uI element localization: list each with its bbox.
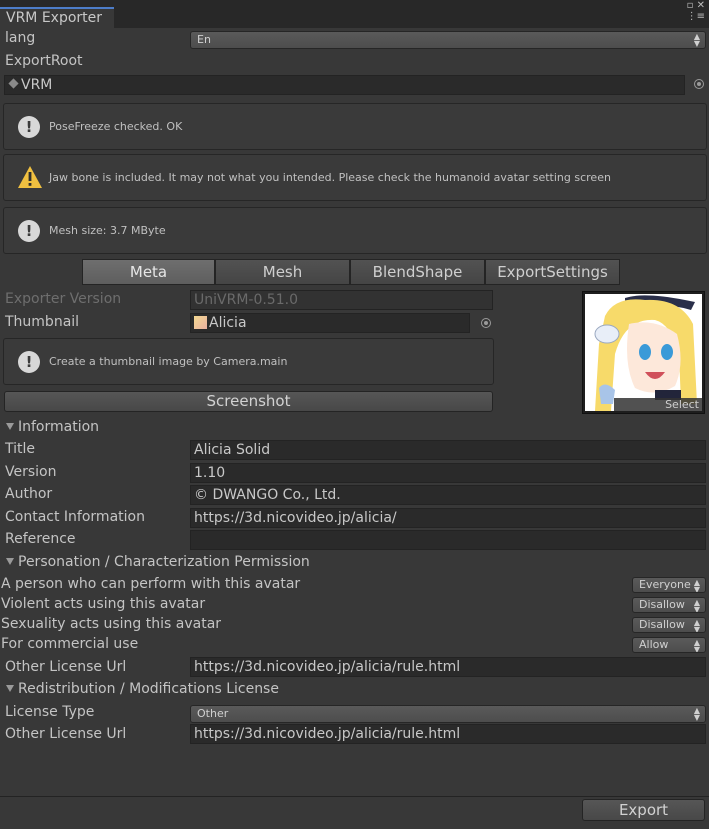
help-box-posefreeze: ! PoseFreeze checked. OK (3, 103, 707, 150)
author-label: Author (5, 486, 53, 502)
lang-label: lang (5, 30, 36, 46)
tab-mesh[interactable]: Mesh (215, 259, 350, 285)
redistribution-license-label: Other License Url (5, 726, 127, 742)
sexual-value: Disallow (639, 618, 685, 631)
dropdown-arrows-icon: ▲ ▼ (693, 598, 700, 613)
thumbnail-label: Thumbnail (5, 314, 80, 330)
screenshot-button[interactable]: Screenshot (4, 391, 493, 412)
help-box-jaw-warning: Jaw bone is included. It may not what yo… (3, 154, 707, 201)
lang-value: En (197, 33, 211, 46)
foldout-arrow-icon (6, 423, 14, 430)
warning-icon (18, 166, 42, 188)
commercial-label: For commercial use (1, 636, 139, 652)
dropdown-arrows-icon: ▲ ▼ (693, 706, 700, 722)
window-tab[interactable]: VRM Exporter (0, 7, 114, 28)
window-controls[interactable]: ▫ ✕ ⋮≡ (679, 0, 705, 26)
thumbnail-value: Alicia (209, 315, 247, 331)
gameobject-icon (8, 78, 19, 89)
help-message: Mesh size: 3.7 MByte (49, 224, 166, 237)
title-label: Title (5, 441, 36, 457)
help-message: Jaw bone is included. It may not what yo… (49, 171, 611, 184)
settings-tabs: Meta Mesh BlendShape ExportSettings (82, 259, 620, 287)
other-license-field[interactable]: https://3d.nicovideo.jp/alicia/rule.html (190, 657, 706, 677)
dropdown-arrows-icon: ▲ ▼ (693, 578, 700, 593)
contact-field[interactable]: https://3d.nicovideo.jp/alicia/ (190, 508, 706, 528)
object-picker-icon[interactable] (694, 79, 704, 89)
thumbnail-preview[interactable]: Select (582, 291, 705, 414)
texture-icon (194, 316, 207, 329)
information-foldout[interactable]: Information (6, 418, 99, 436)
commercial-value: Allow (639, 638, 669, 651)
help-box-mesh-size: ! Mesh size: 3.7 MByte (3, 207, 707, 254)
license-type-dropdown[interactable]: Other ▲ ▼ (190, 705, 706, 723)
license-type-label: License Type (5, 704, 95, 720)
help-message: PoseFreeze checked. OK (49, 120, 183, 133)
tab-blendshape[interactable]: BlendShape (350, 259, 485, 285)
other-license-label: Other License Url (5, 659, 127, 675)
persona-header: Personation / Characterization Permissio… (18, 554, 310, 570)
violent-dropdown[interactable]: Disallow ▲ ▼ (632, 597, 706, 613)
commercial-dropdown[interactable]: Allow ▲ ▼ (632, 637, 706, 653)
version-label: Version (5, 464, 57, 480)
foldout-arrow-icon (6, 685, 14, 692)
info-icon: ! (18, 116, 40, 138)
thumbnail-select-button[interactable]: Select (614, 398, 702, 411)
help-message: Create a thumbnail image by Camera.main (49, 355, 288, 368)
author-field[interactable]: © DWANGO Co., Ltd. (190, 485, 706, 505)
foldout-arrow-icon (6, 558, 14, 565)
thumbnail-field[interactable]: Alicia (190, 313, 470, 333)
dropdown-arrows-icon: ▲ ▼ (693, 638, 700, 653)
exporter-version-label: Exporter Version (5, 291, 122, 307)
reference-label: Reference (5, 531, 76, 547)
redistribution-header: Redistribution / Modifications License (18, 681, 279, 697)
perform-dropdown[interactable]: Everyone ▲ ▼ (632, 577, 706, 593)
lang-dropdown[interactable]: En ▲ ▼ (190, 31, 706, 49)
contact-label: Contact Information (5, 509, 145, 525)
info-icon: ! (18, 220, 40, 242)
export-button[interactable]: Export (582, 799, 705, 821)
maximize-icon[interactable]: ▫ ✕ (679, 0, 705, 11)
violent-label: Violent acts using this avatar (1, 596, 206, 612)
menu-icon[interactable]: ⋮≡ (679, 11, 705, 22)
perform-label: A person who can perform with this avata… (1, 576, 301, 592)
sexual-label: Sexuality acts using this avatar (1, 616, 222, 632)
reference-field[interactable] (190, 530, 706, 550)
footer-divider (0, 796, 709, 797)
dropdown-arrows-icon: ▲ ▼ (693, 32, 700, 48)
redistribution-license-field[interactable]: https://3d.nicovideo.jp/alicia/rule.html (190, 724, 706, 744)
object-picker-icon[interactable] (481, 318, 491, 328)
sexual-dropdown[interactable]: Disallow ▲ ▼ (632, 617, 706, 633)
info-icon: ! (18, 351, 40, 373)
dropdown-arrows-icon: ▲ ▼ (693, 618, 700, 633)
export-root-value: VRM (21, 77, 53, 93)
export-root-label: ExportRoot (5, 53, 83, 69)
version-field[interactable]: 1.10 (190, 463, 706, 483)
export-root-field[interactable]: VRM (4, 75, 685, 95)
exporter-version-field: UniVRM-0.51.0 (190, 290, 493, 310)
help-box-thumbnail: ! Create a thumbnail image by Camera.mai… (3, 338, 494, 385)
tab-export-settings[interactable]: ExportSettings (485, 259, 620, 285)
violent-value: Disallow (639, 598, 685, 611)
title-field[interactable]: Alicia Solid (190, 440, 706, 460)
perform-value: Everyone (639, 578, 691, 591)
license-type-value: Other (197, 707, 229, 720)
information-header: Information (18, 419, 100, 435)
persona-foldout[interactable]: Personation / Characterization Permissio… (6, 553, 310, 571)
tab-meta[interactable]: Meta (82, 259, 215, 285)
character-thumbnail-image (585, 294, 702, 411)
redistribution-foldout[interactable]: Redistribution / Modifications License (6, 680, 279, 698)
